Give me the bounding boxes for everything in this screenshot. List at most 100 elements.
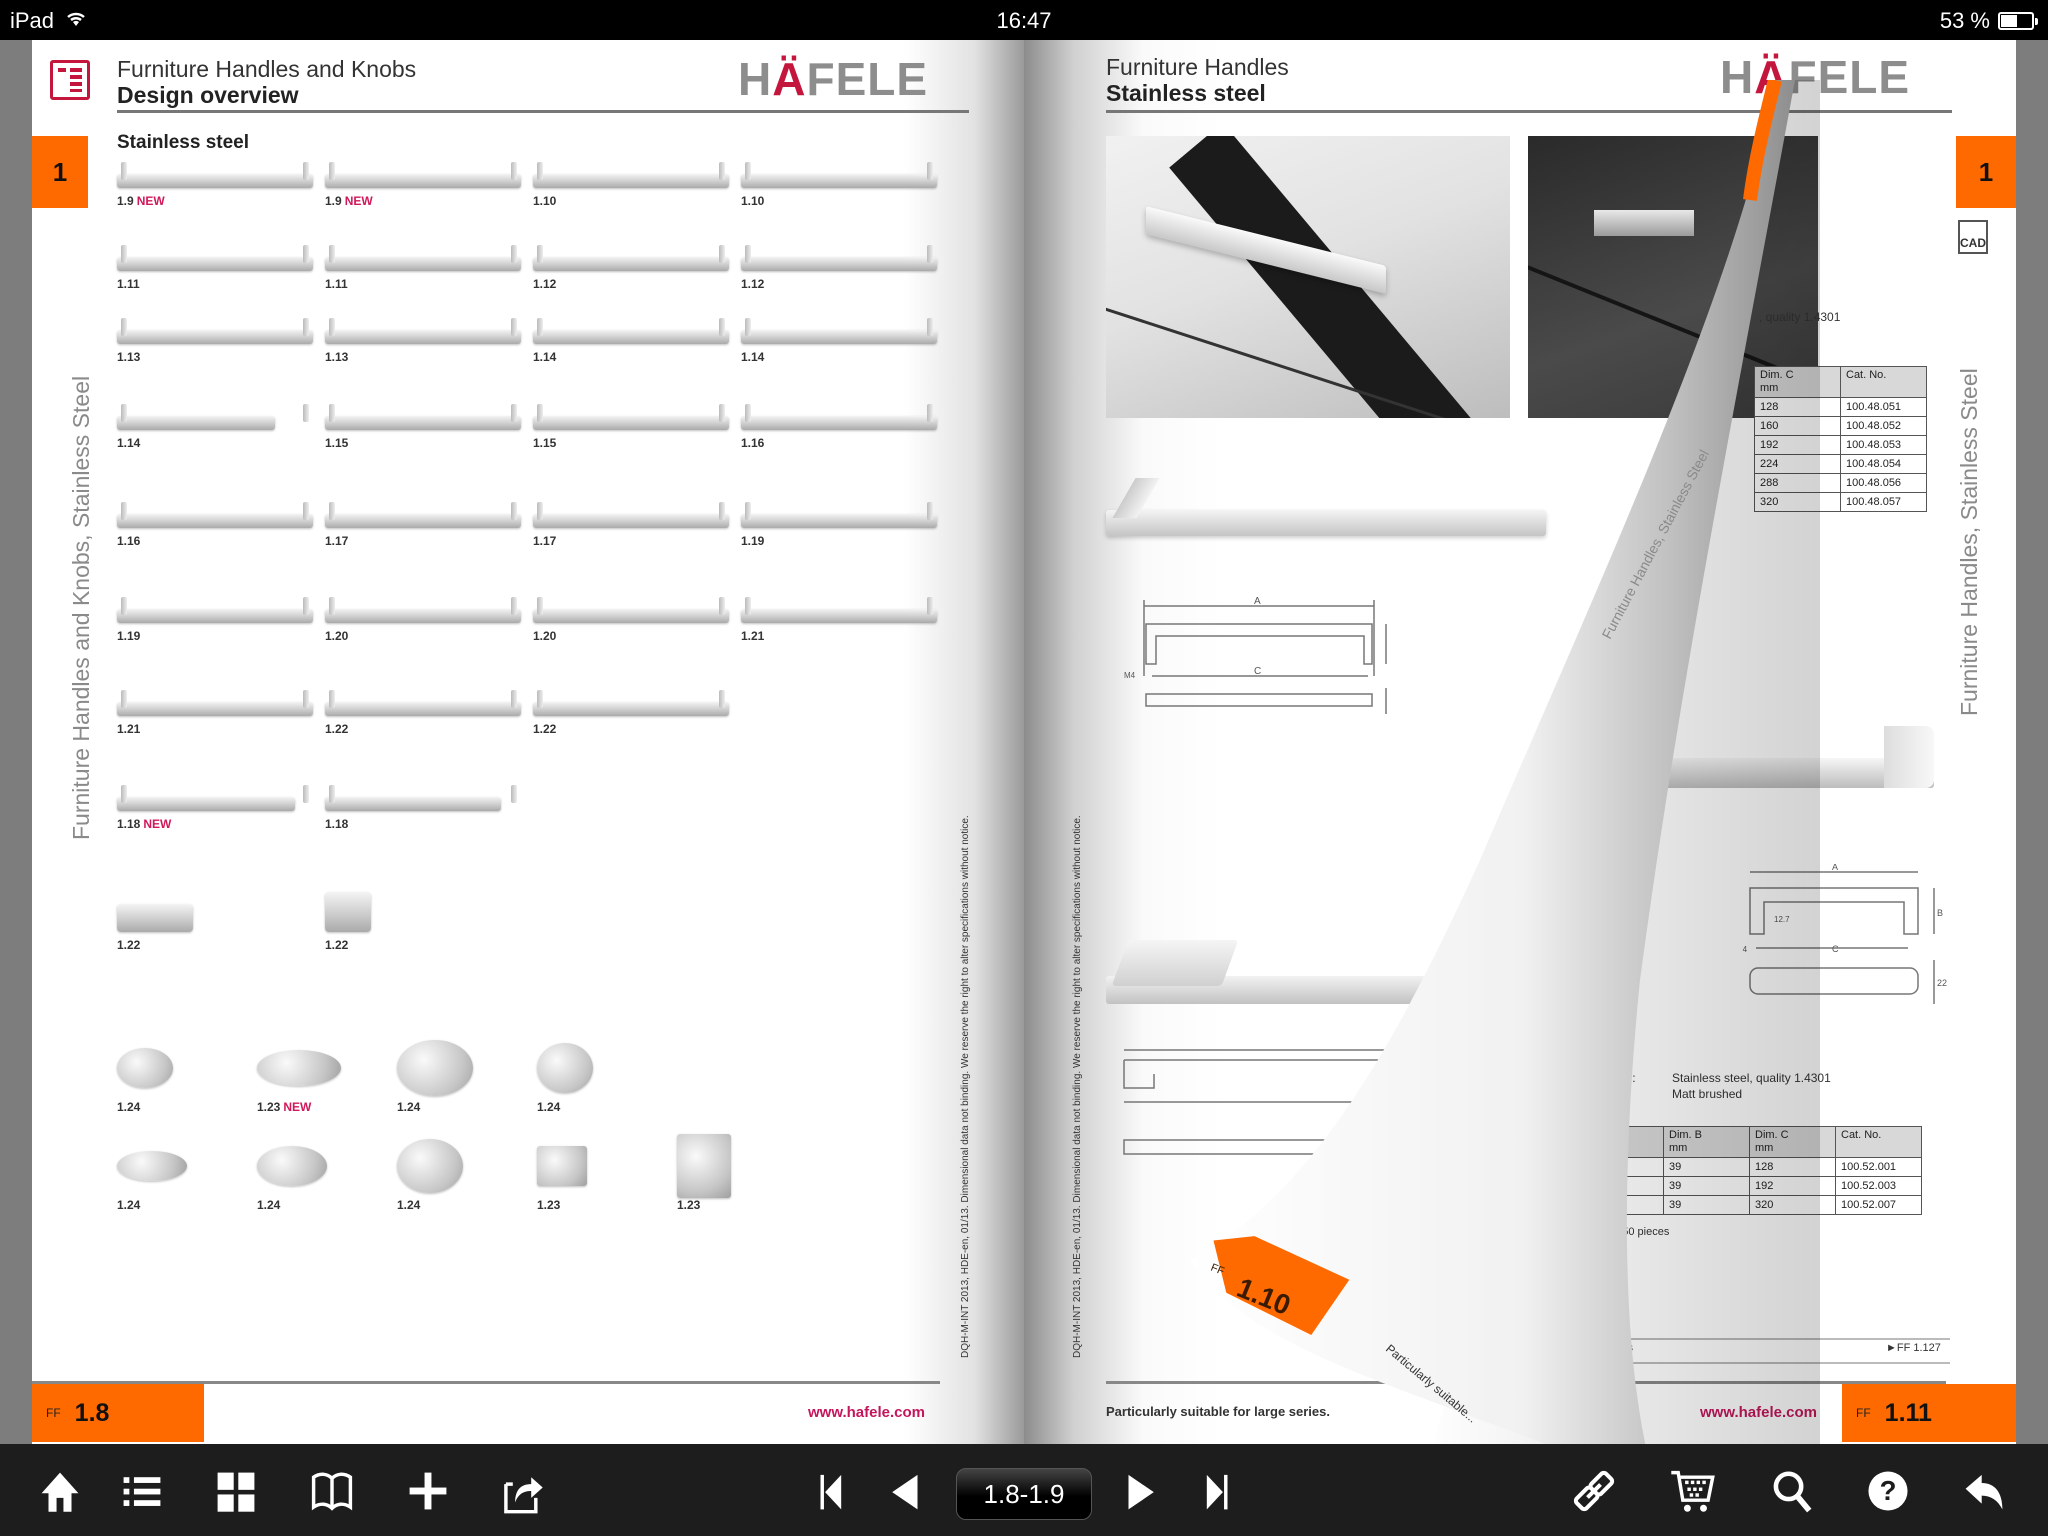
knob-item[interactable]: 1.23 [677,1134,807,1212]
handle-item[interactable]: 1.13 [117,318,313,364]
handle-item[interactable]: 1.9 NEW [117,162,313,208]
table-header-row: Dim. Cmm Cat. No. [1754,366,1927,398]
svg-text:B: B [1937,908,1943,918]
knob-item[interactable]: 1.24 [397,1040,527,1114]
handle-item[interactable]: 1.10 [741,162,937,208]
handle-image [325,404,521,432]
thumbnails-button[interactable] [208,1466,264,1516]
handle-item[interactable]: 1.20 [325,597,521,643]
table-cell: 160 [1754,416,1841,436]
side-title: Furniture Handles, Stainless Steel [1956,368,1982,716]
handle-item[interactable]: 1.16 [741,404,937,450]
cad-download-icon[interactable]: CAD [1958,220,1988,254]
list-icon [123,1477,161,1506]
battery-fill [2001,15,2017,27]
chapter-tab[interactable]: 1 [32,136,88,208]
website-link[interactable]: www.hafele.com [1700,1404,1817,1421]
handle-item[interactable]: 1.22 [325,690,521,736]
table-cell: 39 [1663,1195,1750,1215]
handle-item[interactable]: 1.13 [325,318,521,364]
handle-item[interactable]: 1.15 [325,404,521,450]
handle-item[interactable]: 1.15 [533,404,729,450]
cart-button[interactable] [1664,1466,1720,1516]
handle-item[interactable]: 1.19 [741,502,937,548]
page-indicator[interactable]: 1.8-1.9 [956,1468,1092,1520]
right-page[interactable]: Furniture Handles Stainless steel HÄFELE… [1024,40,2016,1444]
handle-item[interactable]: 1.17 [325,502,521,548]
table-row: 160 100.48.052 [1754,416,1927,436]
knob-item[interactable]: 1.24 [117,1040,247,1114]
next-page-button[interactable] [1112,1466,1168,1516]
help-icon: ? [1868,1471,1908,1511]
share-button[interactable] [494,1466,550,1516]
section-heading: Stainless steel [117,132,250,153]
handle-item[interactable]: 1.14 [741,318,937,364]
knob-item[interactable]: 1.23 NEW [257,1040,387,1114]
bookmarks-button[interactable] [304,1466,360,1516]
handle-image [533,162,729,190]
catalog-table-2: Dim. Amm Dim. Bmm Dim. Cmm Cat. No. 140 39 128… [1577,1126,1922,1215]
screws-rule-bottom [1534,1362,1950,1364]
handle-item[interactable]: 1.14 [117,404,313,450]
handle-image [741,245,937,273]
handle-item[interactable]: 1.21 [741,597,937,643]
handle-item[interactable]: 1.12 [533,245,729,291]
screws-reference-link[interactable]: ►FF 1.127 [1886,1342,1941,1354]
knob-item[interactable]: 1.24 [257,1138,387,1212]
skip-start-icon [820,1474,842,1510]
left-page[interactable]: Furniture Handles and Knobs Design overv… [32,40,1024,1444]
screws-label: M4 threaded screws [1534,1342,1634,1354]
link-button[interactable] [1566,1466,1622,1516]
table-cell: 224 [1754,454,1841,474]
add-button[interactable] [400,1466,456,1516]
knob-item[interactable]: 1.24 [117,1138,247,1212]
home-button[interactable] [32,1466,88,1516]
handle-item[interactable]: 1.10 [533,162,729,208]
table-row: 288 100.48.056 [1754,473,1927,493]
handle-item[interactable]: 1.21 [117,690,313,736]
catalog-reader[interactable]: Furniture Handles and Knobs Design overv… [0,40,2048,1500]
table-of-contents-button[interactable] [114,1466,170,1516]
last-page-button[interactable] [1188,1466,1244,1516]
handle-item[interactable]: 1.9 NEW [325,162,521,208]
handle-label: 1.11 [325,277,348,291]
first-page-button[interactable] [804,1466,860,1516]
handle-image [741,597,937,625]
table-cell: 39 [1663,1157,1750,1177]
handle-item[interactable]: 1.18 [325,785,521,831]
chapter-tab[interactable]: 1 [1956,136,2016,208]
knob-item[interactable]: 1.23 [537,1138,667,1212]
handle-label: 1.18 [325,817,349,831]
handle-label: 1.21 [741,629,765,643]
handle-item[interactable]: 1.18 NEW [117,785,313,831]
knob-item[interactable]: 1.24 [397,1138,527,1212]
handle-item[interactable]: 1.11 [325,245,521,291]
table-cell: 332 [1577,1195,1664,1215]
handle-image [741,162,937,190]
previous-page-button[interactable] [878,1466,934,1516]
handle-item[interactable]: 1.22 [117,890,313,952]
handle-image [741,404,937,432]
handle-item[interactable]: 1.22 [533,690,729,736]
handle-label: 1.15 [325,436,349,450]
handle-image [325,890,521,934]
website-link[interactable]: www.hafele.com [808,1404,925,1421]
table-cell: 320 [1754,492,1841,512]
handle-item[interactable]: 1.17 [533,502,729,548]
handle-item[interactable]: 1.20 [533,597,729,643]
footer-page-tab: FF 1.8 [32,1384,204,1442]
handle-item[interactable]: 1.12 [741,245,937,291]
handle-image [117,245,313,273]
back-button[interactable] [1956,1466,2012,1516]
handle-item[interactable]: 1.19 [117,597,313,643]
knob-item[interactable]: 1.24 [537,1040,667,1114]
search-button[interactable] [1764,1466,1820,1516]
handle-item[interactable]: 1.11 [117,245,313,291]
handle-item[interactable]: 1.14 [533,318,729,364]
help-button[interactable]: ? [1860,1466,1916,1516]
packing-info: Packing: 50 pieces [1577,1226,1670,1238]
dim-m4: M4 [1124,671,1136,680]
handle-image [533,597,729,625]
handle-item[interactable]: 1.22 [325,890,521,952]
handle-item[interactable]: 1.16 [117,502,313,548]
